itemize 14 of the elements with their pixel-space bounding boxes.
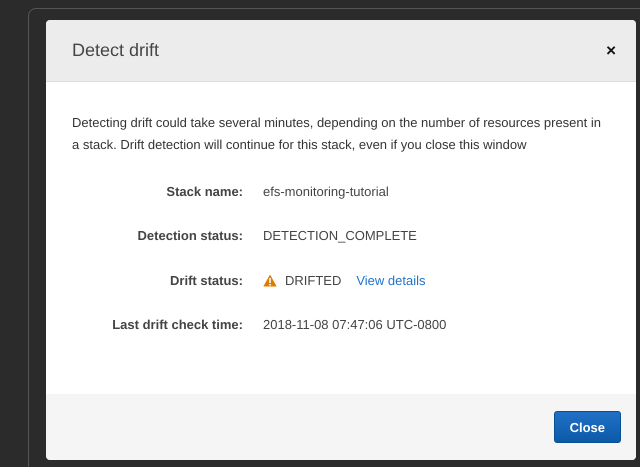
dialog-title: Detect drift	[72, 40, 160, 61]
field-label: Last drift check time:	[111, 317, 244, 332]
warning-icon	[263, 274, 277, 287]
field-label: Stack name:	[165, 184, 244, 199]
field-label: Drift status:	[169, 272, 244, 288]
description-text: Detecting drift could take several minutes, depending on the number of resources present in a stack. Drift detection will continue for this stack, even if you close this window	[72, 114, 602, 154]
field-label: Detection status:	[136, 228, 244, 244]
field-value: 2018-11-08 07:47:06 UTC-0800	[263, 317, 446, 332]
field-value: efs-monitoring-tutorial	[263, 184, 389, 199]
field-value: DETECTION_COMPLETE	[263, 228, 417, 244]
close-button[interactable]: ×	[606, 40, 616, 60]
close-button[interactable]: Close	[554, 411, 621, 443]
view-details-link[interactable]: View details	[356, 272, 426, 288]
field-value: DRIFTED	[285, 272, 342, 288]
